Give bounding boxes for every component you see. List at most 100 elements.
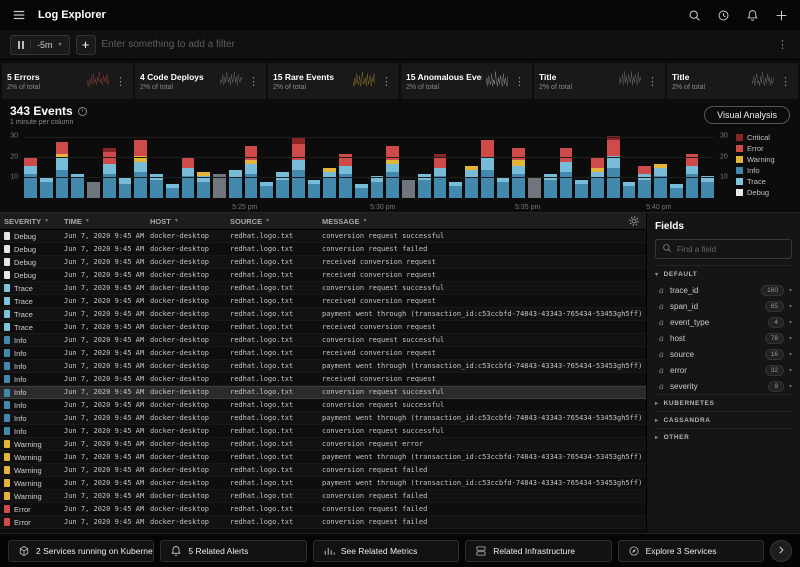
chart-bar[interactable] xyxy=(87,130,100,198)
chart-bar[interactable] xyxy=(528,130,541,198)
hamburger-menu-icon[interactable] xyxy=(12,8,26,22)
chart-bar[interactable] xyxy=(229,130,242,198)
chart-bar[interactable] xyxy=(607,130,620,198)
chart-bar[interactable] xyxy=(654,130,667,198)
chart-bar[interactable] xyxy=(56,130,69,198)
kebab-menu-icon[interactable]: ⋮ xyxy=(775,38,790,51)
field-item[interactable]: a host 78 ▾ xyxy=(655,330,792,346)
kebab-menu-icon[interactable]: ⋮ xyxy=(246,75,261,88)
chart-bar[interactable] xyxy=(103,130,116,198)
chart-bar[interactable] xyxy=(245,130,258,198)
chevron-down-icon[interactable]: ▾ xyxy=(789,383,792,390)
chart-bar[interactable] xyxy=(24,130,37,198)
chart-bar[interactable] xyxy=(166,130,179,198)
log-table-row[interactable]: Info Jun 7, 2020 9:45 AM docker-desktop … xyxy=(0,386,646,399)
metric-card[interactable]: Title 2% of total ⋮ xyxy=(534,63,665,99)
chart-bar[interactable] xyxy=(260,130,273,198)
legend-item[interactable]: Warning xyxy=(736,155,794,164)
log-table-row[interactable]: Debug Jun 7, 2020 9:45 AM docker-desktop… xyxy=(0,230,646,243)
chart-bar[interactable] xyxy=(182,130,195,198)
chart-bar[interactable] xyxy=(481,130,494,198)
chart-bar[interactable] xyxy=(213,130,226,198)
bottom-action-button[interactable]: Explore 3 Services xyxy=(618,540,764,562)
search-icon[interactable] xyxy=(688,9,701,22)
chart-bar[interactable] xyxy=(591,130,604,198)
field-item[interactable]: a error 32 ▾ xyxy=(655,362,792,378)
legend-item[interactable]: Critical xyxy=(736,133,794,142)
chart-bar[interactable] xyxy=(308,130,321,198)
bottom-action-button[interactable]: 2 Services running on Kubernetes xyxy=(8,540,154,562)
time-range-control[interactable]: -5m ▾ xyxy=(10,35,70,55)
chevron-down-icon[interactable]: ▾ xyxy=(789,335,792,342)
log-table-row[interactable]: Debug Jun 7, 2020 9:45 AM docker-desktop… xyxy=(0,256,646,269)
history-clock-icon[interactable] xyxy=(717,9,730,22)
gear-icon[interactable] xyxy=(628,215,640,227)
bottom-action-button[interactable]: Related Infrastructure xyxy=(465,540,611,562)
chevron-down-icon[interactable]: ▾ xyxy=(789,287,792,294)
field-section-header[interactable]: ▸ CASSANDRA xyxy=(655,411,792,428)
column-header-severity[interactable]: SEVERITY▼ xyxy=(0,217,60,226)
column-header-source[interactable]: SOURCE▼ xyxy=(226,217,318,226)
log-table-row[interactable]: Trace Jun 7, 2020 9:45 AM docker-desktop… xyxy=(0,308,646,321)
log-table-row[interactable]: Info Jun 7, 2020 9:45 AM docker-desktop … xyxy=(0,347,646,360)
log-table-row[interactable]: Trace Jun 7, 2020 9:45 AM docker-desktop… xyxy=(0,282,646,295)
chart-bar[interactable] xyxy=(71,130,84,198)
column-header-host[interactable]: HOST▼ xyxy=(146,217,226,226)
log-table-row[interactable]: Warning Jun 7, 2020 9:45 AM docker-deskt… xyxy=(0,464,646,477)
chevron-down-icon[interactable]: ▾ xyxy=(789,303,792,310)
chart-bar[interactable] xyxy=(418,130,431,198)
info-icon[interactable]: i xyxy=(78,107,87,116)
field-item[interactable]: a severity 9 ▾ xyxy=(655,378,792,394)
bottom-action-button[interactable]: See Related Metrics xyxy=(313,540,459,562)
chart-bar[interactable] xyxy=(623,130,636,198)
log-table-row[interactable]: Info Jun 7, 2020 9:45 AM docker-desktop … xyxy=(0,334,646,347)
log-table-row[interactable]: Info Jun 7, 2020 9:45 AM docker-desktop … xyxy=(0,373,646,386)
log-table-row[interactable]: Trace Jun 7, 2020 9:45 AM docker-desktop… xyxy=(0,295,646,308)
log-table-row[interactable]: Warning Jun 7, 2020 9:45 AM docker-deskt… xyxy=(0,438,646,451)
plus-icon[interactable] xyxy=(775,9,788,22)
field-item[interactable]: a event_type 4 ▾ xyxy=(655,314,792,330)
chart-bar[interactable] xyxy=(686,130,699,198)
chart-bar[interactable] xyxy=(150,130,163,198)
kebab-menu-icon[interactable]: ⋮ xyxy=(778,75,793,88)
log-table-row[interactable]: Error Jun 7, 2020 9:45 AM docker-desktop… xyxy=(0,516,646,529)
field-section-header[interactable]: ▸ KUBERNETES xyxy=(655,394,792,411)
field-section-header[interactable]: ▸ OTHER xyxy=(655,428,792,445)
chevron-down-icon[interactable]: ▾ xyxy=(789,319,792,326)
log-table-row[interactable]: Debug Jun 7, 2020 9:45 AM docker-desktop… xyxy=(0,243,646,256)
expand-right-button[interactable] xyxy=(770,540,792,562)
chart-bar[interactable] xyxy=(119,130,132,198)
legend-item[interactable]: Error xyxy=(736,144,794,153)
field-search-input[interactable] xyxy=(677,245,785,254)
chart-bar[interactable] xyxy=(134,130,147,198)
chart-bar[interactable] xyxy=(371,130,384,198)
log-table-row[interactable]: Info Jun 7, 2020 9:45 AM docker-desktop … xyxy=(0,360,646,373)
chart-bar[interactable] xyxy=(512,130,525,198)
metric-card[interactable]: Title 2% of total ⋮ xyxy=(667,63,798,99)
chart-bar[interactable] xyxy=(40,130,53,198)
metric-card[interactable]: 15 Anomalous Events 2% of total ⋮ xyxy=(401,63,532,99)
field-item[interactable]: a span_id 65 ▾ xyxy=(655,298,792,314)
chart-bar[interactable] xyxy=(276,130,289,198)
add-filter-button[interactable]: + xyxy=(76,35,96,55)
pause-icon[interactable] xyxy=(18,41,31,49)
legend-item[interactable]: Trace xyxy=(736,177,794,186)
chart-bar[interactable] xyxy=(544,130,557,198)
chart-bar[interactable] xyxy=(323,130,336,198)
bottom-action-button[interactable]: 5 Related Alerts xyxy=(160,540,306,562)
legend-item[interactable]: Info xyxy=(736,166,794,175)
log-table-row[interactable]: Info Jun 7, 2020 9:45 AM docker-desktop … xyxy=(0,399,646,412)
chart-bar[interactable] xyxy=(386,130,399,198)
chart-bar[interactable] xyxy=(670,130,683,198)
chart-bar[interactable] xyxy=(638,130,651,198)
filter-input[interactable] xyxy=(102,39,769,50)
chart-bar[interactable] xyxy=(701,130,714,198)
log-table-row[interactable]: Warning Jun 7, 2020 9:45 AM docker-deskt… xyxy=(0,490,646,503)
log-table-row[interactable]: Info Jun 7, 2020 9:45 AM docker-desktop … xyxy=(0,425,646,438)
metric-card[interactable]: 5 Errors 2% of total ⋮ xyxy=(2,63,133,99)
chart-bar[interactable] xyxy=(292,130,305,198)
chevron-down-icon[interactable]: ▾ xyxy=(789,367,792,374)
visual-analysis-button[interactable]: Visual Analysis xyxy=(704,106,790,124)
column-header-message[interactable]: MESSAGE▼ xyxy=(318,217,628,226)
chart-bar[interactable] xyxy=(434,130,447,198)
